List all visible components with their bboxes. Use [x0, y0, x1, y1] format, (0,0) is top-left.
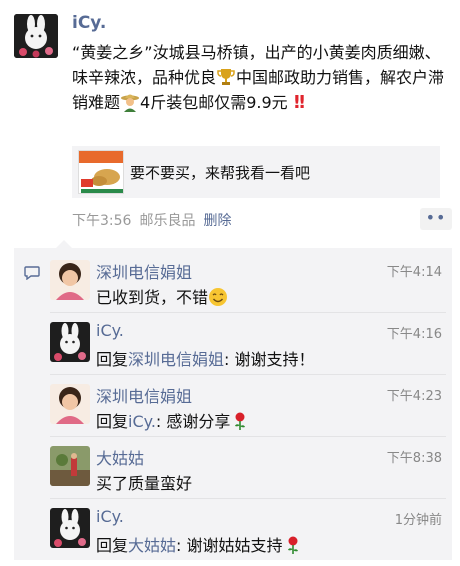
- comment-time: 下午4:16: [386, 327, 442, 342]
- comment-separator: [50, 312, 446, 313]
- comment-text: 买了质量蛮好: [96, 470, 192, 494]
- smile-icon: [209, 288, 228, 306]
- more-actions-button[interactable]: ••: [420, 208, 452, 230]
- shared-link-card[interactable]: 要不要买，来帮我看一看吧: [72, 146, 440, 198]
- comment-item[interactable]: 大姑姑 下午8:38 买了质量蛮好: [50, 445, 446, 493]
- comment-time: 下午4:14: [386, 265, 442, 280]
- commenter-name[interactable]: 大姑姑: [96, 445, 144, 469]
- commenter-avatar[interactable]: [50, 508, 90, 548]
- comment-text: 回复大姑姑: 谢谢姑姑支持: [96, 532, 303, 556]
- comments-panel: 深圳电信娟姐 下午4:14 已收到货，不错 iCy. 下午4:16 回复深圳电信…: [14, 248, 452, 560]
- commenter-avatar[interactable]: [50, 384, 90, 424]
- reply-prefix: 回复: [96, 350, 129, 369]
- comment-item[interactable]: iCy. 1分钟前 回复大姑姑: 谢谢姑姑支持: [50, 507, 446, 555]
- reply-prefix: 回复: [96, 412, 129, 431]
- comment-separator: [50, 498, 446, 499]
- author-avatar[interactable]: [14, 14, 58, 58]
- delete-link[interactable]: 删除: [203, 213, 231, 229]
- post-meta: 下午3:56 邮乐良品 删除: [72, 210, 231, 230]
- comment-text: 已收到货，不错: [96, 284, 228, 308]
- commenter-avatar[interactable]: [50, 446, 90, 486]
- comment-body: 已收到货，不错: [96, 288, 209, 307]
- comment-text: 回复iCy.: 感谢分享: [96, 408, 250, 432]
- comment-separator: [50, 436, 446, 437]
- shared-link-title: 要不要买，来帮我看一看吧: [130, 164, 311, 182]
- comments-caret: [56, 240, 72, 248]
- comment-time: 下午8:38: [386, 451, 442, 466]
- reply-to-name[interactable]: 深圳电信娟姐: [128, 350, 224, 369]
- commenter-avatar[interactable]: [50, 260, 90, 300]
- reply-to-name[interactable]: 大姑姑: [128, 536, 176, 555]
- comment-item[interactable]: 深圳电信娟姐 下午4:23 回复iCy.: 感谢分享: [50, 383, 446, 431]
- post-time: 下午3:56: [72, 213, 132, 229]
- commenter-name[interactable]: iCy.: [96, 321, 124, 340]
- trophy-icon: [217, 69, 235, 85]
- rose-icon: [235, 412, 246, 430]
- comment-body: : 谢谢姑姑支持: [176, 536, 283, 555]
- comment-time: 1分钟前: [394, 513, 442, 528]
- rose-icon: [287, 536, 298, 554]
- comment-body: : 谢谢支持！: [224, 350, 315, 369]
- comment-body: 买了质量蛮好: [96, 474, 193, 493]
- post-text-part3: 4斤装包邮仅需9.9元: [140, 93, 288, 112]
- commenter-name[interactable]: iCy.: [96, 507, 124, 526]
- comment-item[interactable]: iCy. 下午4:16 回复深圳电信娟姐: 谢谢支持！: [50, 321, 446, 369]
- commenter-name[interactable]: 深圳电信娟姐: [96, 383, 192, 407]
- double-exclamation-icon: !!: [292, 92, 307, 113]
- commenter-name[interactable]: 深圳电信娟姐: [96, 259, 192, 283]
- author-name[interactable]: iCy.: [72, 13, 106, 33]
- comment-body: : 感谢分享: [155, 412, 231, 431]
- reply-prefix: 回复: [96, 536, 129, 555]
- comment-text: 回复深圳电信娟姐: 谢谢支持！: [96, 346, 315, 370]
- shared-link-thumbnail: [78, 150, 124, 194]
- post-source[interactable]: 邮乐良品: [139, 213, 195, 229]
- farmer-icon: [121, 94, 140, 112]
- moment-post: iCy. “黄姜之乡”汝城县马桥镇，出产的小黄姜肉质细嫩、味辛辣浓，品种优良 中国…: [0, 0, 460, 240]
- comment-time: 下午4:23: [386, 389, 442, 404]
- comment-icon: [24, 266, 40, 280]
- post-text: “黄姜之乡”汝城县马桥镇，出产的小黄姜肉质细嫩、味辛辣浓，品种优良 中国邮政助力销…: [72, 40, 452, 115]
- reply-to-name[interactable]: iCy.: [128, 412, 156, 431]
- comment-item[interactable]: 深圳电信娟姐 下午4:14 已收到货，不错: [50, 259, 446, 307]
- commenter-avatar[interactable]: [50, 322, 90, 362]
- comment-separator: [50, 374, 446, 375]
